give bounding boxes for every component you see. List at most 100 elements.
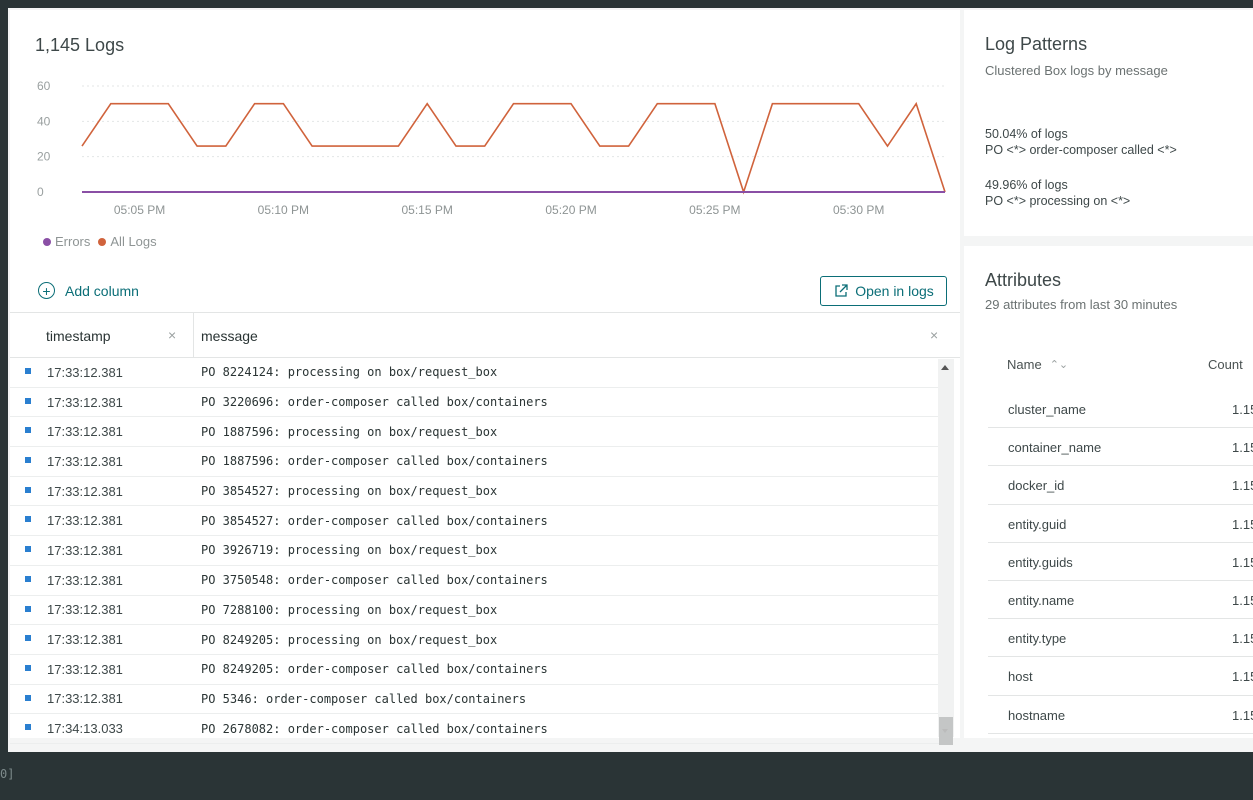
table-row[interactable]: 17:33:12.381 PO 1887596: processing on bo… xyxy=(10,417,940,448)
attribute-count: 1.15 xyxy=(1232,554,1253,570)
attribute-name: hostname xyxy=(1008,707,1066,723)
sort-icon[interactable]: ⌃⌄ xyxy=(1050,358,1068,371)
pattern-percent: 50.04% of logs xyxy=(985,127,1068,141)
attribute-row[interactable]: entity.name 1.15 xyxy=(988,581,1253,620)
scroll-down-icon[interactable] xyxy=(942,729,948,733)
row-timestamp: 17:33:12.381 xyxy=(47,572,123,588)
console-bar-text: 0] xyxy=(0,767,15,781)
log-level-marker xyxy=(25,397,31,404)
y-tick-label: 40 xyxy=(37,114,51,128)
row-message: PO 1887596: processing on box/request_bo… xyxy=(201,424,498,439)
attribute-count: 1.15 xyxy=(1232,669,1253,685)
open-in-logs-button[interactable]: Open in logs xyxy=(820,276,947,306)
attribute-count: 1.15 xyxy=(1232,478,1253,494)
x-tick-label: 05:10 PM xyxy=(258,203,309,217)
log-level-marker xyxy=(25,516,31,523)
log-level-marker xyxy=(25,605,31,612)
attribute-row[interactable]: cluster_name 1.15 xyxy=(988,390,1253,429)
row-timestamp: 17:33:12.381 xyxy=(47,424,123,440)
log-level-marker xyxy=(25,368,31,374)
attribute-name: entity.name xyxy=(1008,592,1075,608)
attribute-row[interactable]: entity.guids 1.15 xyxy=(988,543,1253,581)
attribute-list: cluster_name1.15container_name1.15docker… xyxy=(988,390,1253,734)
row-timestamp: 17:33:12.381 xyxy=(47,394,123,410)
remove-message-column-icon[interactable]: × xyxy=(930,327,938,343)
pattern-item[interactable]: 49.96% of logs PO <*> processing on <*> xyxy=(985,177,1130,209)
pattern-percent: 49.96% of logs xyxy=(985,178,1068,192)
chart-legend: Errors All Logs xyxy=(43,234,165,249)
row-timestamp: 17:33:12.381 xyxy=(47,632,123,648)
log-level-marker xyxy=(25,546,31,553)
table-row[interactable]: 17:33:12.381 PO 3926719: processing on bo… xyxy=(10,536,940,566)
table-row[interactable]: 17:33:12.381 PO 3854527: processing on bo… xyxy=(10,477,940,507)
attribute-count: 1.15 xyxy=(1232,631,1253,647)
row-message: PO 2678082: order-composer called box/co… xyxy=(201,721,548,736)
attribute-count: 1.15 xyxy=(1232,402,1253,417)
attributes-header: Name ⌃⌄ Count xyxy=(964,346,1253,382)
scroll-up-icon[interactable] xyxy=(941,365,949,370)
pattern-item[interactable]: 50.04% of logs PO <*> order-composer cal… xyxy=(985,126,1177,158)
column-timestamp-label: timestamp xyxy=(46,328,111,344)
row-timestamp: 17:33:12.381 xyxy=(47,691,123,707)
attribute-count: 1.15 xyxy=(1232,440,1253,456)
table-row[interactable]: 17:33:12.381 PO 3750548: order-composer c… xyxy=(10,566,940,596)
remove-timestamp-column-icon[interactable]: × xyxy=(168,327,176,343)
row-timestamp: 17:33:12.381 xyxy=(47,661,123,677)
table-scrollbar[interactable] xyxy=(938,359,954,745)
attribute-name-column-header[interactable]: Name ⌃⌄ xyxy=(1007,357,1068,372)
legend-all-logs[interactable]: All Logs xyxy=(98,234,157,249)
attribute-name: docker_id xyxy=(1008,478,1065,494)
table-row[interactable]: 17:33:12.381 PO 5346: order-composer call… xyxy=(10,685,940,715)
attributes-title: Attributes xyxy=(985,270,1062,290)
attribute-row[interactable]: entity.type 1.15 xyxy=(988,619,1253,658)
attribute-count-column-header[interactable]: Count xyxy=(1208,357,1243,372)
row-message: PO 3750548: order-composer called box/co… xyxy=(201,573,548,588)
pattern-text: PO <*> processing on <*> xyxy=(985,194,1131,208)
row-message: PO 8249205: order-composer called box/co… xyxy=(201,662,548,677)
log-level-marker xyxy=(25,575,31,582)
legend-errors-swatch xyxy=(43,237,51,246)
legend-all-logs-label: All Logs xyxy=(110,234,157,249)
log-patterns-panel: Log Patterns Clustered Box logs by messa… xyxy=(964,10,1253,236)
attribute-row[interactable]: entity.guid 1.15 xyxy=(988,505,1253,543)
log-level-marker xyxy=(25,724,31,731)
x-tick-label: 05:20 PM xyxy=(545,203,596,217)
attribute-count: 1.15 xyxy=(1232,516,1253,532)
row-message: PO 8224124: processing on box/request_bo… xyxy=(201,365,498,380)
table-row[interactable]: 17:33:12.381 PO 1887596: order-composer c… xyxy=(10,447,940,477)
table-row[interactable]: 17:33:12.381 PO 8249205: order-composer c… xyxy=(10,655,940,685)
table-row[interactable]: 17:33:12.381 PO 3854527: order-composer c… xyxy=(10,506,940,537)
add-column-button[interactable]: + Add column xyxy=(38,282,139,299)
attribute-row[interactable]: hostname 1.15 xyxy=(988,696,1253,734)
table-row[interactable]: 17:33:12.381 PO 3220696: order-composer c… xyxy=(10,388,940,418)
table-row[interactable]: 17:33:12.381 PO 8224124: processing on bo… xyxy=(10,358,940,388)
attribute-row[interactable]: container_name 1.15 xyxy=(988,428,1253,467)
table-row[interactable]: 17:33:12.381 PO 8249205: processing on bo… xyxy=(10,625,940,655)
pattern-text: PO <*> order-composer called <*> xyxy=(985,143,1177,157)
chart-title: 1,145 Logs xyxy=(35,35,125,55)
y-tick-label: 0 xyxy=(37,185,44,199)
open-in-logs-label: Open in logs xyxy=(855,283,934,299)
add-column-label: Add column xyxy=(65,282,139,299)
row-timestamp: 17:34:13.033 xyxy=(47,721,123,737)
log-level-marker xyxy=(25,664,31,671)
attribute-row[interactable]: host 1.15 xyxy=(988,657,1253,696)
attribute-count: 1.15 xyxy=(1232,707,1253,723)
legend-errors[interactable]: Errors xyxy=(43,234,90,249)
attribute-name: host xyxy=(1008,669,1033,685)
row-message: PO 1887596: order-composer called box/co… xyxy=(201,454,548,469)
attribute-name: cluster_name xyxy=(1008,402,1087,417)
attribute-row[interactable]: docker_id 1.15 xyxy=(988,466,1253,505)
row-message: PO 3220696: order-composer called box/co… xyxy=(201,395,548,410)
row-message: PO 8249205: processing on box/request_bo… xyxy=(201,632,498,647)
table-row[interactable]: 17:33:12.381 PO 7288100: processing on bo… xyxy=(10,596,940,626)
row-message: PO 3926719: processing on box/request_bo… xyxy=(201,543,498,558)
logs-chart: 60 40 20 0 05:05 PM 05:10 PM 05:15 PM 05:20 PM 0… xyxy=(37,79,946,217)
log-level-marker xyxy=(25,486,31,493)
y-tick-label: 60 xyxy=(37,79,51,93)
attribute-name-header-label: Name xyxy=(1007,357,1042,372)
column-header-timestamp[interactable]: timestamp × xyxy=(10,313,194,357)
row-message: PO 7288100: processing on box/request_bo… xyxy=(201,602,498,617)
table-row[interactable]: 17:34:13.033 PO 2678082: order-composer c… xyxy=(10,714,940,744)
row-message: PO 3854527: processing on box/request_bo… xyxy=(201,484,498,499)
